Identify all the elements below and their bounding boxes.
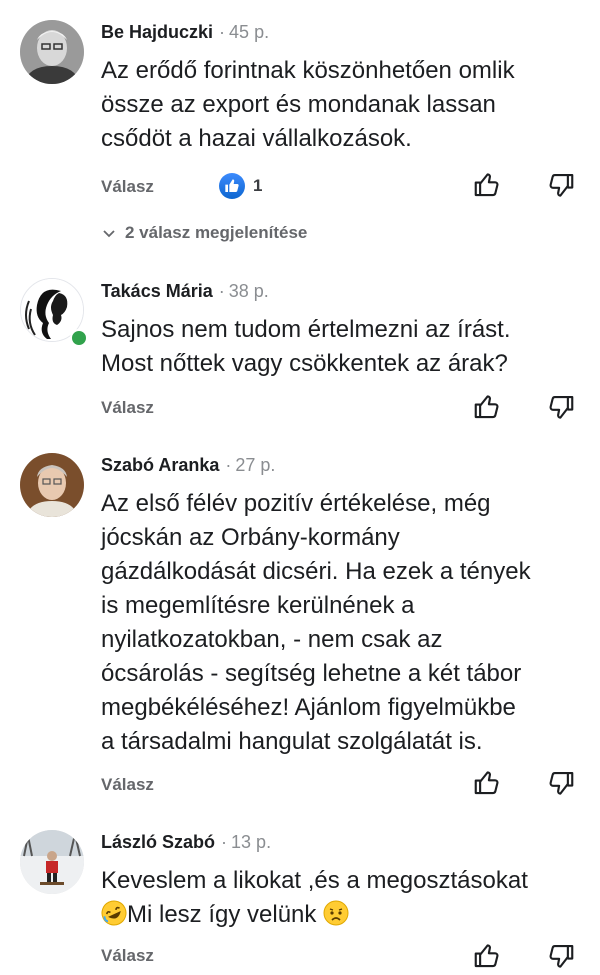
avatar-photo	[20, 453, 84, 517]
reaction-count[interactable]: 1	[219, 173, 262, 199]
comment-author[interactable]: Be Hajduczki	[101, 22, 213, 42]
avatar[interactable]	[20, 830, 84, 894]
comment-text: Keveslem a likokat ,és a megosztásokat M…	[101, 864, 591, 932]
thumbs-down-icon[interactable]	[546, 392, 576, 422]
comment-time[interactable]: 13 p.	[231, 832, 271, 852]
separator: ·	[225, 455, 232, 475]
comment-line: a társadalmi hangulat szolgálatát is.	[101, 728, 483, 755]
avatar-photo	[20, 830, 84, 894]
replies-label: 2 válasz megjelenítése	[125, 223, 308, 242]
comment-line: Most nőttek vagy csökkentek az árak?	[101, 350, 508, 377]
online-status-indicator	[70, 329, 88, 347]
show-replies-button[interactable]: 2 válasz megjelenítése	[101, 223, 307, 243]
comment-line: Mi lesz így velünk	[101, 898, 591, 932]
reply-button[interactable]: Válasz	[101, 398, 154, 418]
thumbs-up-icon[interactable]	[472, 941, 502, 971]
comment-text-fragment: Mi lesz így velünk	[127, 901, 317, 928]
comment-line: Sajnos nem tudom értelmezni az írást.	[101, 316, 511, 343]
comment-line: megbékéléséhez! Ajánlom figyelmükbe	[101, 694, 516, 721]
separator: ·	[219, 22, 226, 42]
separator: ·	[218, 281, 225, 301]
rolling-laughing-emoji-icon	[101, 900, 127, 926]
thumbs-up-icon[interactable]	[472, 392, 502, 422]
comment-line: össze az export és mondanak lassan	[101, 91, 496, 118]
comment-line: Az erődő forintnak köszönhetően omlik	[101, 57, 515, 84]
comment-line: Az első félév pozitív értékelése, még	[101, 490, 491, 517]
like-reaction-icon	[219, 173, 245, 199]
thumbs-down-icon[interactable]	[546, 941, 576, 971]
comment-line: nyilatkozatokban, - nem csak az	[101, 626, 443, 653]
comment-time[interactable]: 38 p.	[229, 281, 269, 301]
comment-author[interactable]: László Szabó	[101, 832, 215, 852]
chevron-down-icon	[103, 230, 115, 238]
thumbs-up-icon[interactable]	[472, 768, 502, 798]
like-count: 1	[253, 176, 263, 195]
sad-face-emoji-icon	[323, 900, 349, 926]
thumbs-up-icon[interactable]	[472, 170, 502, 200]
comment-author[interactable]: Szabó Aranka	[101, 455, 219, 475]
comment-line: Keveslem a likokat ,és a megosztásokat	[101, 867, 528, 894]
comment-line: gázdálkodását dicséri. Ha ezek a tények	[101, 558, 531, 585]
thumbs-down-icon[interactable]	[546, 768, 576, 798]
reply-button[interactable]: Válasz	[101, 775, 154, 795]
comment-text: Az első félév pozitív értékelése, még jó…	[101, 487, 591, 759]
comment-time[interactable]: 45 p.	[229, 22, 269, 42]
avatar[interactable]	[20, 453, 84, 517]
comment-time[interactable]: 27 p.	[235, 455, 275, 475]
reply-button[interactable]: Válasz	[101, 946, 154, 966]
avatar[interactable]	[20, 20, 84, 84]
thumbs-down-icon[interactable]	[546, 170, 576, 200]
comment-text: Az erődő forintnak köszönhetően omlik ös…	[101, 54, 591, 156]
reply-button[interactable]: Válasz	[101, 177, 154, 197]
comment-line: csődöt a hazai vállalkozások.	[101, 125, 412, 152]
comment-author[interactable]: Takács Mária	[101, 281, 213, 301]
comment-line: is megemlítésre kerülnének a	[101, 592, 415, 619]
comment-text: Sajnos nem tudom értelmezni az írást. Mo…	[101, 313, 591, 381]
avatar-photo	[20, 20, 84, 84]
comment-line: jócskán az Orbány-kormány	[101, 524, 400, 551]
comment-line: ócsárolás - segítség lehetne a két tábor	[101, 660, 522, 687]
separator: ·	[221, 832, 228, 852]
